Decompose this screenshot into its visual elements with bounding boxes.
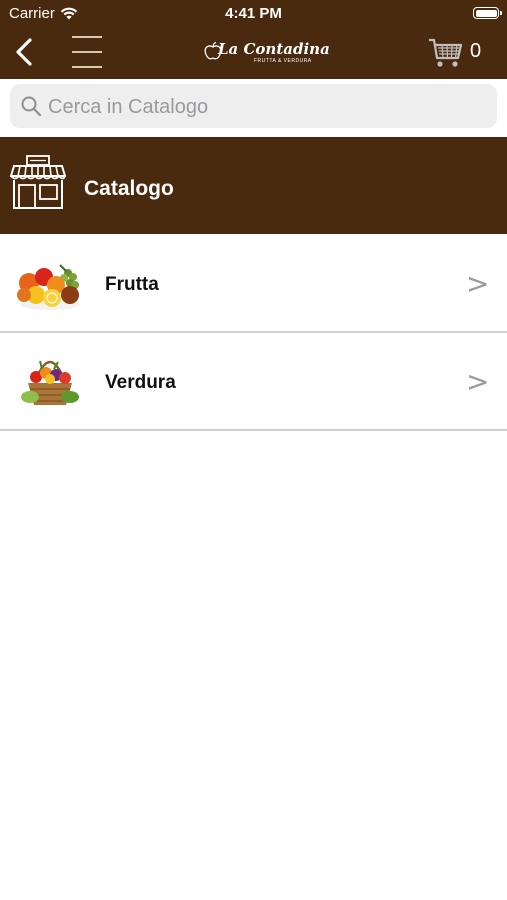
status-bar: Carrier 4:41 PM (0, 0, 507, 28)
list-item-label: Verdura (105, 372, 176, 393)
logo-tagline: FRUTTA & VERDURA (254, 58, 312, 64)
shopping-cart-icon (429, 38, 463, 67)
search-input[interactable] (46, 91, 480, 123)
top-bar: Carrier 4:41 PM La Contadina FRUTTA & VE… (0, 0, 507, 79)
clock: 4:41 PM (225, 5, 282, 22)
logo-wordmark: La Contadina (218, 40, 330, 58)
search-icon (21, 96, 42, 117)
catalog-header: Catalogo (0, 137, 507, 234)
list-item-label: Frutta (105, 274, 159, 295)
search-bar[interactable] (10, 84, 497, 128)
fruit-basket-icon (17, 264, 80, 310)
section-title: Catalogo (84, 177, 174, 200)
chevron-right-icon: > (466, 365, 490, 398)
brand-logo: La Contadina FRUTTA & VERDURA (200, 38, 330, 70)
chevron-left-icon (16, 38, 32, 66)
cart-button[interactable] (428, 37, 464, 69)
list-item-frutta[interactable]: Frutta > (0, 235, 507, 333)
menu-button[interactable] (70, 34, 104, 70)
back-button[interactable] (10, 36, 40, 68)
category-list: Frutta > Verdura > (0, 235, 507, 431)
navigation-bar: La Contadina FRUTTA & VERDURA 0 (0, 28, 507, 79)
vegetable-basket-icon (21, 360, 79, 405)
chevron-right-icon: > (466, 267, 490, 300)
search-section (0, 79, 507, 136)
store-icon (10, 155, 66, 209)
cart-count: 0 (470, 40, 482, 62)
battery-icon (473, 7, 502, 19)
list-item-verdura[interactable]: Verdura > (0, 333, 507, 431)
